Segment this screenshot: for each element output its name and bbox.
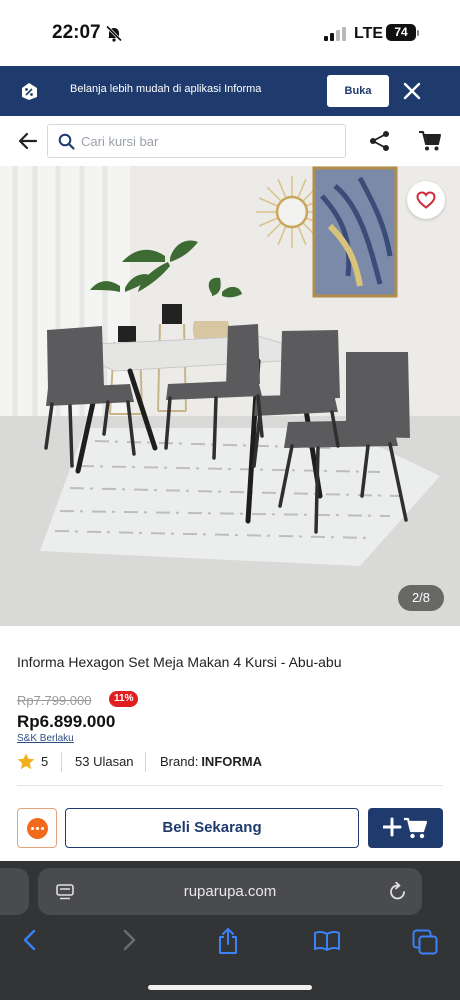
chat-icon bbox=[27, 818, 48, 839]
home-indicator bbox=[148, 985, 312, 990]
cellular-signal-icon bbox=[324, 27, 346, 41]
search-icon bbox=[58, 133, 75, 150]
url-text: ruparupa.com bbox=[183, 883, 277, 900]
share-icon[interactable] bbox=[369, 130, 391, 152]
back-arrow-icon[interactable] bbox=[18, 132, 38, 150]
previous-tab[interactable] bbox=[0, 868, 29, 915]
status-bar: 22:07 LTE 74 bbox=[0, 0, 460, 66]
brand-label: Brand: bbox=[160, 754, 199, 769]
search-placeholder: Cari kursi bar bbox=[81, 134, 159, 149]
search-header: Cari kursi bar bbox=[0, 116, 460, 166]
section-divider bbox=[17, 785, 443, 786]
divider bbox=[145, 752, 146, 772]
rating-row: 5 53 Ulasan Brand: INFORMA bbox=[17, 752, 443, 772]
chevron-right-icon[interactable] bbox=[121, 929, 137, 951]
network-type: LTE bbox=[354, 25, 384, 42]
banner-message: Belanja lebih mudah di aplikasi Informa bbox=[70, 83, 262, 95]
share-box-icon[interactable] bbox=[216, 927, 240, 955]
review-count[interactable]: 53 Ulasan bbox=[75, 754, 134, 769]
open-app-button[interactable]: Buka bbox=[327, 75, 389, 107]
app-install-banner: Belanja lebih mudah di aplikasi Informa … bbox=[0, 66, 460, 116]
brand-value[interactable]: INFORMA bbox=[201, 754, 262, 769]
app-logo-icon bbox=[22, 83, 37, 100]
divider bbox=[61, 752, 62, 772]
battery-tip bbox=[417, 30, 419, 36]
heart-icon bbox=[416, 191, 436, 209]
chat-button[interactable] bbox=[17, 808, 57, 848]
chevron-left-icon[interactable] bbox=[22, 929, 38, 951]
reload-icon[interactable] bbox=[389, 882, 407, 901]
original-price: Rp7.799.000 bbox=[17, 693, 92, 708]
brand-info: Brand: INFORMA bbox=[160, 754, 262, 769]
rating-value: 5 bbox=[41, 754, 49, 769]
book-icon[interactable] bbox=[313, 930, 341, 952]
add-to-cart-button[interactable] bbox=[368, 808, 443, 848]
star-icon bbox=[17, 753, 35, 770]
close-icon[interactable] bbox=[402, 81, 422, 101]
search-input[interactable]: Cari kursi bar bbox=[47, 124, 346, 158]
product-photo bbox=[0, 166, 460, 626]
current-price: Rp6.899.000 bbox=[17, 712, 116, 731]
wishlist-button[interactable] bbox=[407, 181, 445, 219]
image-counter: 2/8 bbox=[398, 585, 444, 611]
browser-toolbar: ruparupa.com bbox=[0, 861, 460, 1000]
discount-badge: 11% bbox=[109, 691, 139, 707]
status-time: 22:07 bbox=[52, 22, 101, 43]
product-image-gallery[interactable]: 2/8 bbox=[0, 166, 460, 626]
browser-nav-row bbox=[0, 927, 460, 957]
terms-link[interactable]: S&K Berlaku bbox=[17, 733, 74, 744]
product-title: Informa Hexagon Set Meja Makan 4 Kursi -… bbox=[17, 654, 342, 670]
bell-off-icon bbox=[106, 25, 122, 42]
battery-indicator: 74 bbox=[386, 24, 416, 41]
cart-icon[interactable] bbox=[418, 130, 442, 152]
address-bar[interactable]: ruparupa.com bbox=[38, 868, 422, 915]
add-cart-icon bbox=[383, 817, 428, 839]
tabs-icon[interactable] bbox=[412, 929, 438, 955]
buy-now-button[interactable]: Beli Sekarang bbox=[65, 808, 359, 848]
